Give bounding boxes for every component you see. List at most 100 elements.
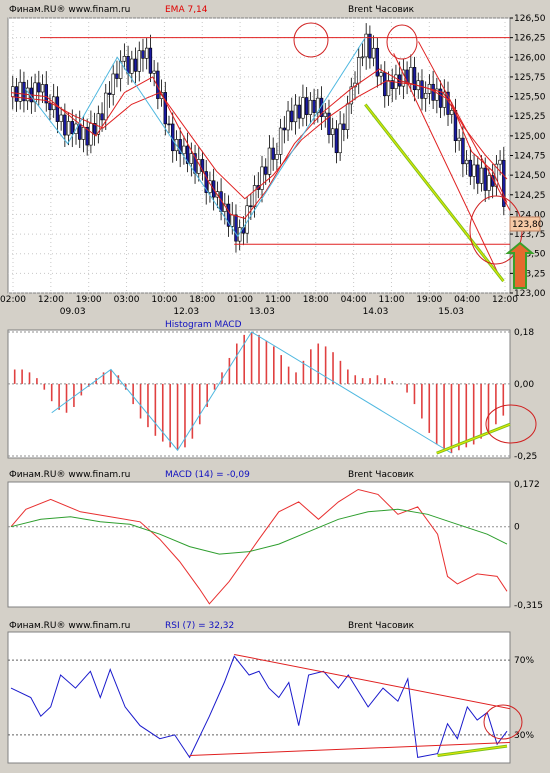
candle-body [264,166,268,175]
candle-body [163,92,167,125]
candle-body [308,99,313,115]
candle-body [100,113,104,121]
candle-body [252,185,257,207]
price-x-axis: 02:00 12:00 19:00 03:00 10:00 18:00 01:00 11:00… [0,295,518,317]
price-x-time-label: 04:00 [454,295,480,305]
rsi-plot-area [7,631,511,764]
candle-body [234,214,238,242]
candle-body [144,47,149,59]
candle-body [342,123,346,130]
candle-body [130,58,134,74]
candle-body [457,137,461,142]
candle-body [11,86,15,97]
candle-body [312,99,316,113]
candle-body [420,80,424,99]
price-header-instrument: Brent Часовик [348,5,415,15]
macd-header-source: Финам.RU® www.finam.ru [9,470,130,480]
price-y-tick: 125,75 [514,73,546,83]
price-y-tick: 125,50 [514,93,546,103]
candle-body [18,81,22,102]
candle-body [126,56,130,74]
price-y-tick: 126,00 [514,53,546,63]
up-arrow-icon [505,241,535,289]
price-y-tick: 124,50 [514,171,546,181]
candle-body [476,164,480,184]
candle-body [423,92,428,99]
candle-body [167,123,171,126]
price-panel: Финам.RU® www.finam.ru EMA 7,14 Brent Ча… [0,5,546,317]
candle-body [290,110,294,123]
candle-body [137,50,141,72]
candle-body [275,154,279,160]
candle-body [70,121,74,134]
price-y-tick: 123,75 [514,230,546,240]
macd-y-tick: -0,315 [514,601,543,611]
candle-body [371,47,376,59]
price-header-indicator: EMA 7,14 [165,5,208,15]
candle-body [260,166,264,190]
candle-body [334,128,339,154]
candle-body [59,114,63,122]
price-header-source: Финам.RU® www.finam.ru [9,5,130,15]
candle-body [249,205,253,208]
histogram-header-indicator: Histogram MACD [165,320,242,330]
price-x-date-label: 12.03 [173,307,199,317]
candle-body [360,56,365,59]
candle-body [133,58,138,72]
candle-body [107,92,112,95]
histogram-y-tick: 0,00 [514,380,534,390]
candle-body [383,72,387,97]
candle-body [182,145,186,155]
rsi-header-source: Финам.RU® www.finam.ru [9,621,130,631]
chart-stage: Финам.RU® www.finam.ru EMA 7,14 Brent Ча… [0,5,546,764]
price-x-time-label: 04:00 [341,295,367,305]
candle-body [271,147,275,160]
histogram-panel: Histogram MACD 0,18 0,00 -0,25 [7,320,537,462]
macd-y-tick: 0,172 [514,480,540,490]
price-x-date-label: 13.03 [249,307,275,317]
price-x-date-label: 15.03 [438,307,464,317]
candle-body [379,72,383,77]
price-x-time-label: 12:00 [492,295,518,305]
candle-body [450,110,454,115]
candle-body [89,123,93,146]
candle-body [278,127,283,155]
candle-body [189,153,194,164]
candle-body [301,97,305,119]
candle-body [171,123,175,152]
candle-body [323,112,327,117]
candle-body [409,67,413,84]
macd-header-instrument: Brent Часовик [348,470,415,480]
price-x-time-label: 18:00 [303,295,329,305]
candle-body [286,110,290,131]
candle-body [338,123,342,154]
candle-body [81,127,86,140]
price-y-tick: 123,00 [514,289,546,299]
price-y-tick: 124,25 [514,191,546,201]
price-y-tick: 124,75 [514,152,546,162]
candle-body [498,159,502,165]
price-x-time-label: 02:00 [0,295,26,305]
macd-panel: Финам.RU® www.finam.ru MACD (14) = -0,09… [7,470,543,611]
candle-body [330,128,335,135]
candle-body [40,84,45,93]
candle-body [345,103,350,130]
candle-body [483,167,487,191]
price-x-time-label: 10:00 [151,295,177,305]
price-y-tick: 125,00 [514,132,546,142]
macd-plot-area [7,481,511,608]
price-x-time-label: 11:00 [265,295,291,305]
candle-body [461,137,465,165]
candle-body [55,96,60,122]
candle-body [386,80,391,97]
candle-body [479,167,484,184]
rsi-y-tick: 70% [514,656,534,666]
price-x-time-label: 03:00 [114,295,140,305]
histogram-y-tick: -0,25 [514,452,537,462]
candle-body [293,104,298,123]
price-x-time-label: 11:00 [378,295,404,305]
histogram-y-tick: 0,18 [514,328,534,338]
price-y-tick: 125,25 [514,112,546,122]
price-x-time-label: 12:00 [38,295,64,305]
candle-body [472,164,476,177]
